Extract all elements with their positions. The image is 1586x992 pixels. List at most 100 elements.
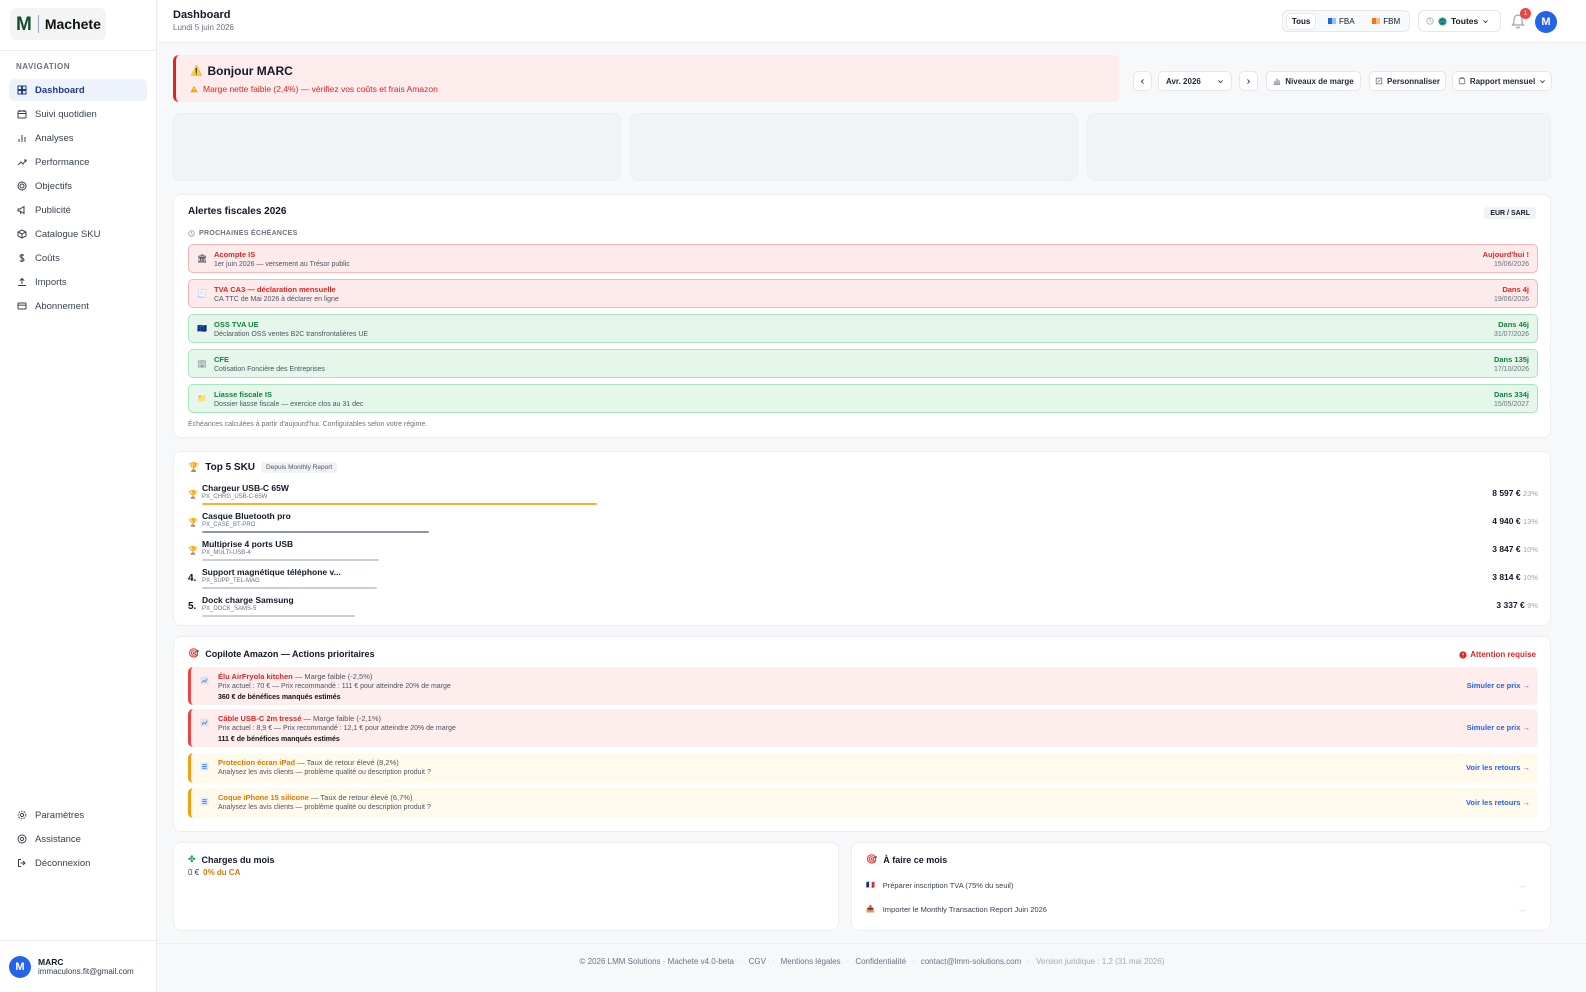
filter-fbm[interactable]: FBM xyxy=(1367,14,1405,29)
marketplace-select[interactable]: Toutes xyxy=(1418,10,1501,32)
warning-wave-icon: ⚠️ xyxy=(190,65,203,77)
sku-percent: 10% xyxy=(1522,545,1538,554)
action-impact: 360 € de bénéfices manqués estimés xyxy=(218,694,341,701)
action-link[interactable]: Simuler ce prix → xyxy=(1467,681,1530,690)
sidebar-item-analyses[interactable]: Analyses xyxy=(9,127,147,149)
fba-icon xyxy=(1328,18,1337,24)
sidebar-item-assistance[interactable]: Assistance xyxy=(9,828,147,850)
todo-card: 🎯 À faire ce mois 🇫🇷 Préparer inscription… xyxy=(851,842,1551,931)
footer-link-contact[interactable]: contact@lmm-solutions.com xyxy=(921,957,1022,966)
fiscal-alert[interactable]: 🧾 TVA CA3 — déclaration mensuelle CA TTC d… xyxy=(188,279,1538,308)
copyright: © 2026 LMM Solutions · Machete v4.0-beta xyxy=(579,957,734,966)
sku-row[interactable]: 🏆 Chargeur USB-C 65W PX_CHRG_USB-C-65W 8 59… xyxy=(188,483,1538,511)
footer-link-cgv[interactable]: CGV xyxy=(749,957,766,966)
bar-chart-icon xyxy=(18,135,26,142)
charges-header: ✤ Charges du mois xyxy=(188,854,275,865)
action-link[interactable]: Voir les retours → xyxy=(1466,763,1530,772)
fiscal-alert[interactable]: 🇪🇺 OSS TVA UE Déclaration OSS ventes B2C t… xyxy=(188,314,1538,343)
sku-amount: 3 814 € xyxy=(1492,572,1521,582)
sidebar-item-label: Imports xyxy=(35,276,67,288)
trophy-icon: 🏆 xyxy=(188,462,200,472)
sidebar-item-objectifs[interactable]: Objectifs xyxy=(9,175,147,197)
warning-icon xyxy=(190,85,198,93)
sku-row[interactable]: 4. Support magnétique téléphone v... PX_SU… xyxy=(188,567,1538,595)
nav-section-title: NAVIGATION xyxy=(16,62,71,71)
grid-icon xyxy=(17,85,27,95)
todo-title: À faire ce mois xyxy=(883,854,948,865)
sidebar-item-imports[interactable]: Imports xyxy=(9,271,147,293)
charges-share: 0% du CA xyxy=(203,868,241,877)
sku-row[interactable]: 5. Dock charge Samsung PX_DOCK_SAMS-5 3 337… xyxy=(188,595,1538,623)
action-impact: 111 € de bénéfices manqués estimés xyxy=(218,736,340,743)
charges-summary: 0 € 0% du CA xyxy=(188,868,240,877)
target-icon: 🎯 xyxy=(188,648,200,658)
prev-month-button[interactable] xyxy=(1133,71,1152,91)
sku-code: PX_CHRG_USB-C-65W xyxy=(202,494,268,500)
sidebar-item-label: Publicité xyxy=(35,204,71,216)
upload-icon xyxy=(18,277,26,286)
next-month-button[interactable] xyxy=(1239,71,1258,91)
sku-share-bar xyxy=(202,587,377,589)
sidebar-item-label: Objectifs xyxy=(35,180,72,192)
topbar-avatar[interactable]: M xyxy=(1535,11,1557,33)
sku-name: Multiprise 4 ports USB xyxy=(202,539,294,549)
sidebar-item-suivi-quotidien[interactable]: Suivi quotidien xyxy=(9,103,147,125)
copilot-title: Copilote Amazon — Actions prioritaires xyxy=(205,648,375,659)
sku-share-bar xyxy=(202,503,597,505)
sku-code: PX_CASE_BT-PRO xyxy=(202,522,256,528)
app: M Machete NAVIGATION Dashboard Suivi quot… xyxy=(0,0,1586,992)
sku-name: Casque Bluetooth pro xyxy=(202,511,291,521)
sidebar-item-performance[interactable]: Performance xyxy=(9,151,147,173)
fiscal-alert-icon: 🏛 xyxy=(197,254,208,263)
attention-label: Attention requise xyxy=(1470,650,1536,659)
footer-link-privacy[interactable]: Confidentialité xyxy=(855,957,906,966)
sku-share-bar xyxy=(202,559,379,561)
footer-link-legal[interactable]: Mentions légales xyxy=(781,957,841,966)
fiscal-alert-countdown: Aujourd'hui ! xyxy=(1482,250,1529,259)
globe-icon xyxy=(1438,16,1447,26)
legal-version: Version juridique : 1.2 (31 mai 2026) xyxy=(1035,957,1165,966)
filter-fba[interactable]: FBA xyxy=(1323,14,1360,29)
fiscal-alert[interactable]: 📁 Liasse fiscale IS Dossier liasse fiscale… xyxy=(188,384,1538,413)
sidebar: M Machete NAVIGATION Dashboard Suivi quot… xyxy=(0,0,157,992)
sidebar-item-label: Dashboard xyxy=(35,84,85,96)
filter-all[interactable]: Tous xyxy=(1286,13,1316,29)
sku-row[interactable]: 🏆 Multiprise 4 ports USB PX_MULTI-USB-4 3 8… xyxy=(188,539,1538,567)
sku-row[interactable]: 🏆 Casque Bluetooth pro PX_CASE_BT-PRO 4 940… xyxy=(188,511,1538,539)
gear-icon xyxy=(17,810,27,820)
sidebar-item-abonnement[interactable]: Abonnement xyxy=(9,295,147,317)
sidebar-item-param-tres[interactable]: Paramètres xyxy=(9,804,147,826)
logo[interactable]: M Machete xyxy=(10,8,106,40)
fiscal-alert-name: Liasse fiscale IS xyxy=(214,390,272,399)
action-headline: Câble USB-C 2m tressé — Marge faible (-2… xyxy=(218,714,381,723)
sidebar-item-dashboard[interactable]: Dashboard xyxy=(9,79,147,101)
todo-icon: 🇫🇷 xyxy=(866,882,875,889)
calendar-icon xyxy=(17,110,27,119)
sidebar-item-co-ts[interactable]: Coûts xyxy=(9,247,147,269)
action-link[interactable]: Voir les retours → xyxy=(1466,798,1530,807)
user-profile[interactable]: M MARC immaculons.fit@gmail.com xyxy=(0,940,157,992)
copilot-action: Protection écran iPad — Taux de retour é… xyxy=(188,753,1538,783)
sku-percent: 10% xyxy=(1522,573,1538,582)
fiscal-alert[interactable]: 🏢 CFE Cotisation Foncière des Entreprises D… xyxy=(188,349,1538,378)
sku-percent: 9% xyxy=(1527,601,1538,610)
month-select[interactable]: Avr. 2026 xyxy=(1158,71,1232,91)
greeting-title: ⚠️ Bonjour MARC xyxy=(190,64,293,78)
fiscal-alert-desc: Dossier liasse fiscale — exercice clos a… xyxy=(214,401,364,408)
copilot-action: Élu AirFryola kitchen — Marge faible (-2… xyxy=(188,667,1538,705)
sidebar-item-catalogue-sku[interactable]: Catalogue SKU xyxy=(9,223,147,245)
margin-levels-button[interactable]: Niveaux de marge xyxy=(1266,71,1361,91)
kpi-placeholder xyxy=(173,113,621,181)
customize-button[interactable]: Personnaliser xyxy=(1369,71,1446,91)
sidebar-item-d-connexion[interactable]: Déconnexion xyxy=(9,852,147,874)
fiscal-alert-desc: Cotisation Foncière des Entreprises xyxy=(214,366,325,373)
action-link[interactable]: Simuler ce prix → xyxy=(1467,723,1530,732)
todo-item[interactable]: 🇫🇷 Préparer inscription TVA (75% du seuil… xyxy=(866,875,1526,895)
report-button[interactable]: Rapport mensuel xyxy=(1452,71,1552,91)
fiscal-alert[interactable]: 🏛 Acompte IS 1er juin 2026 — versement au … xyxy=(188,244,1538,273)
clock-icon xyxy=(1426,17,1434,25)
todo-item[interactable]: 📥 Importer le Monthly Transaction Report … xyxy=(866,899,1526,919)
margin-warning: Marge nette faible (2,4%) — vérifiez vos… xyxy=(190,84,438,94)
sidebar-item-publicit-[interactable]: Publicité xyxy=(9,199,147,221)
copilot-card: 🎯 Copilote Amazon — Actions prioritaires… xyxy=(173,636,1551,832)
